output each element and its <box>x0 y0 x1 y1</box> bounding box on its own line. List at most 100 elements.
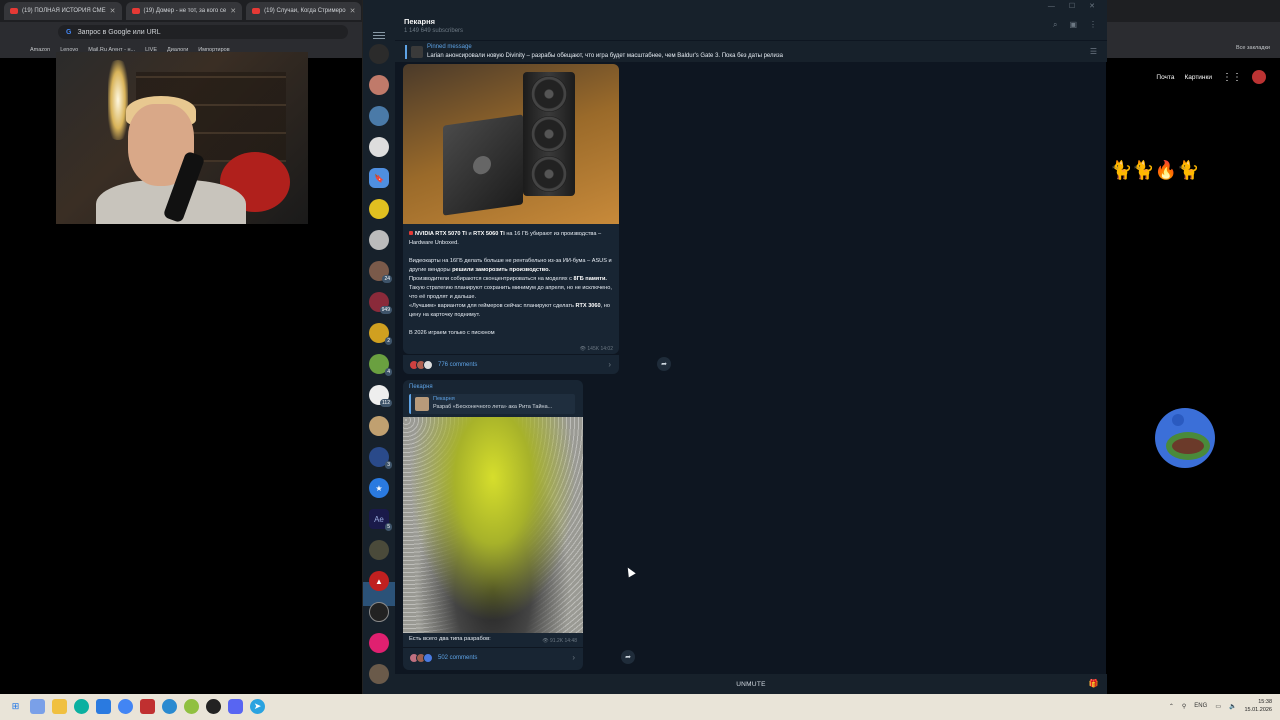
menu-icon[interactable] <box>373 32 385 39</box>
pinned-thumbnail <box>411 46 423 58</box>
browser-tab[interactable]: (19) Случаи, Когда Стримеро ✕ <box>246 2 362 20</box>
chat-avatar[interactable] <box>369 106 389 126</box>
chat-avatar[interactable]: 112 <box>369 385 392 407</box>
chevron-up-icon[interactable]: ⌃ <box>1169 703 1174 710</box>
language-indicator[interactable]: ENG <box>1194 703 1207 709</box>
chrome-icon[interactable] <box>118 699 133 714</box>
post-author[interactable]: Пекарня <box>409 384 433 390</box>
app-icon[interactable] <box>162 699 177 714</box>
comments-button[interactable]: 502 comments › <box>403 647 583 667</box>
steam-icon[interactable] <box>206 699 221 714</box>
taskview-icon[interactable] <box>30 699 45 714</box>
spoiler-image[interactable] <box>403 417 583 633</box>
window-titlebar: — ☐ ✕ <box>363 0 1107 12</box>
volume-icon[interactable]: 🔈 <box>1229 703 1236 710</box>
chat-header[interactable]: Пекарня 1 149 649 subscribers ⌕ ▣ ⋮ <box>395 12 1107 40</box>
chevron-right-icon: › <box>572 653 575 662</box>
telegram-icon[interactable]: ➤ <box>250 699 265 714</box>
address-input[interactable]: Запрос в Google или URL <box>77 29 160 36</box>
wifi-icon[interactable]: ⚲ <box>1182 703 1186 710</box>
browser-tab[interactable]: (19) ПОЛНАЯ ИСТОРИЯ СМЕ ✕ <box>4 2 122 20</box>
channel-post[interactable]: NVIDIA RTX 5070 Ti и RTX 5060 Ti на 16 Г… <box>403 64 619 354</box>
close-icon[interactable]: ✕ <box>350 7 356 15</box>
webcam-overlay <box>56 52 308 224</box>
youtube-icon <box>10 8 18 14</box>
chat-avatar[interactable] <box>369 540 389 560</box>
chat-avatar[interactable]: 3 <box>369 447 392 469</box>
app-icon[interactable] <box>184 699 199 714</box>
chat-avatar[interactable]: 24 <box>369 261 392 283</box>
post-meta: 👁 145K 14:02 <box>579 346 613 352</box>
chat-avatar[interactable]: 2 <box>369 323 392 345</box>
chat-avatar[interactable] <box>369 199 389 219</box>
minimize-icon[interactable]: — <box>1048 3 1055 10</box>
comments-button[interactable]: 776 comments › <box>403 354 619 374</box>
chat-avatar[interactable] <box>369 664 389 684</box>
youtube-icon <box>252 8 261 14</box>
chat-avatar[interactable] <box>369 633 389 653</box>
store-icon[interactable] <box>96 699 111 714</box>
cats-sticker: 🐈🐈🔥🐈 <box>1110 160 1200 180</box>
avatar[interactable] <box>1252 70 1266 84</box>
subscriber-count: 1 149 649 subscribers <box>404 28 464 34</box>
commenter-avatar <box>423 359 433 370</box>
apps-grid-icon[interactable]: ⋮⋮ <box>1222 72 1242 83</box>
browser-page-right <box>1104 58 1280 694</box>
gift-icon[interactable]: 🎁 <box>1089 679 1099 688</box>
bookmark[interactable]: Amazon <box>30 47 50 53</box>
chat-avatar[interactable] <box>369 44 389 64</box>
post-text: NVIDIA RTX 5070 Ti и RTX 5060 Ti на 16 Г… <box>409 230 615 347</box>
page-top-links: Почта Картинки ⋮⋮ <box>1156 70 1266 84</box>
google-icon: G <box>66 28 72 36</box>
search-icon[interactable]: ⌕ <box>1053 20 1057 30</box>
pin-list-icon[interactable]: ☰ <box>1090 47 1097 56</box>
clock[interactable]: 15:38 15.01.2026 <box>1244 698 1272 714</box>
folder-icon[interactable] <box>52 699 67 714</box>
browser-tab[interactable]: (19) Домер - не тот, за кого се ✕ <box>125 2 243 20</box>
saved-messages-icon[interactable]: 🔖 <box>369 168 389 188</box>
chat-avatar[interactable]: 4 <box>369 354 392 376</box>
chat-avatar-active[interactable]: ▲ <box>369 571 389 591</box>
folders-rail: 🔖 24 949 2 4 112 3 ★ Ae 5 ▲ <box>363 12 395 694</box>
system-tray: ⌃ ⚲ ENG ▭ 🔈 15:38 15.01.2026 <box>1169 698 1272 714</box>
all-bookmarks[interactable]: Все закладки <box>1236 45 1270 51</box>
share-icon[interactable]: ➦ <box>621 650 635 664</box>
taskbar: ⊞ ➤ ⌃ ⚲ ENG ▭ 🔈 15:38 15.01.2026 <box>0 694 1280 720</box>
commenter-avatar <box>423 652 433 663</box>
share-icon[interactable]: ➦ <box>657 357 671 371</box>
chat-avatar[interactable]: Ae 5 <box>369 509 392 531</box>
chat-avatar[interactable] <box>369 602 389 622</box>
close-icon[interactable]: ✕ <box>1089 2 1095 10</box>
reply-preview[interactable]: Пекарня Разраб «Бесконечного лета» ака Р… <box>409 394 575 414</box>
unmute-button[interactable]: UNMUTE 🎁 <box>395 674 1107 694</box>
chat-avatar[interactable] <box>369 230 389 250</box>
address-bar[interactable]: G Запрос в Google или URL <box>58 25 348 39</box>
network-icon[interactable]: ▭ <box>1215 703 1221 710</box>
chevron-right-icon: › <box>608 360 611 369</box>
maximize-icon[interactable]: ☐ <box>1069 2 1075 10</box>
channel-name: Пекарня <box>404 17 435 26</box>
sidebar-toggle-icon[interactable]: ▣ <box>1069 20 1077 30</box>
chat-avatar[interactable]: 949 <box>369 292 392 314</box>
post-image[interactable] <box>403 64 619 224</box>
reply-thumbnail <box>415 397 429 411</box>
chat-avatar[interactable] <box>369 137 389 157</box>
discord-icon[interactable] <box>228 699 243 714</box>
pinned-message-bar[interactable]: Pinned message Larian анонсировали новую… <box>395 40 1107 62</box>
message-feed[interactable]: NVIDIA RTX 5070 Ti и RTX 5060 Ti на 16 Г… <box>395 62 1107 674</box>
chat-avatar[interactable]: ★ <box>369 478 389 498</box>
telegram-window: — ☐ ✕ 🔖 24 949 2 4 112 3 ★ Ae 5 ▲ Пекарн… <box>362 0 1107 694</box>
more-icon[interactable]: ⋮ <box>1089 20 1097 30</box>
close-icon[interactable]: ✕ <box>110 7 116 15</box>
screen: (19) ПОЛНАЯ ИСТОРИЯ СМЕ ✕ (19) Домер - не… <box>0 0 1280 720</box>
images-link[interactable]: Картинки <box>1184 74 1212 81</box>
browser-right-toolbar: Все закладки <box>1104 22 1280 58</box>
chat-avatar[interactable] <box>369 416 389 436</box>
close-icon[interactable]: ✕ <box>230 7 236 15</box>
chat-avatar[interactable] <box>369 75 389 95</box>
mail-link[interactable]: Почта <box>1156 74 1174 81</box>
obs-icon[interactable] <box>140 699 155 714</box>
edge-icon[interactable] <box>74 699 89 714</box>
channel-post[interactable]: Пекарня Пекарня Разраб «Бесконечного лет… <box>403 380 583 670</box>
windows-start-icon[interactable]: ⊞ <box>8 699 23 714</box>
